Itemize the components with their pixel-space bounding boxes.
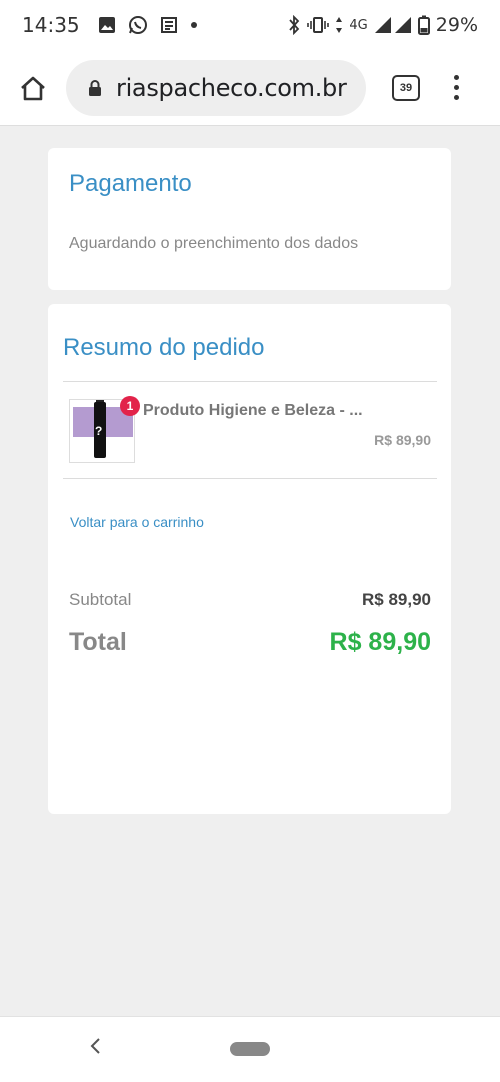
menu-button[interactable] xyxy=(454,75,459,100)
system-nav-bar xyxy=(0,1016,500,1082)
browser-toolbar: riaspacheco.com.br 39 xyxy=(0,50,500,126)
dot-icon xyxy=(190,22,197,28)
divider xyxy=(63,381,437,382)
network-type: 4G xyxy=(349,17,368,33)
subtotal-label: Subtotal xyxy=(69,590,132,609)
divider xyxy=(63,478,437,479)
back-to-cart-link[interactable]: Voltar para o carrinho xyxy=(70,514,204,530)
back-chevron-icon[interactable] xyxy=(86,1035,106,1057)
payment-title: Pagamento xyxy=(69,170,192,197)
subtotal-value: R$ 89,90 xyxy=(362,590,431,609)
tab-count: 39 xyxy=(399,81,413,94)
data-arrows-icon xyxy=(336,17,343,33)
home-button[interactable] xyxy=(0,50,66,126)
whatsapp-icon xyxy=(128,16,147,34)
news-icon xyxy=(160,17,177,33)
url-bar[interactable]: riaspacheco.com.br xyxy=(66,59,366,116)
battery-icon xyxy=(417,15,430,35)
tabs-button[interactable]: 39 xyxy=(392,74,420,101)
home-icon xyxy=(21,76,45,100)
system-icons: 4G 29% xyxy=(287,14,478,36)
product-name[interactable]: Produto Higiene e Beleza - ... xyxy=(143,402,433,420)
thumbnail-glyph: ? xyxy=(95,424,103,438)
payment-status: Aguardando o preenchimento dos dados xyxy=(69,235,359,252)
battery-percent: 29% xyxy=(435,14,478,36)
url-text: riaspacheco.com.br xyxy=(116,73,347,102)
menu-dot xyxy=(454,95,459,100)
notification-icons xyxy=(98,15,198,35)
menu-dot xyxy=(454,85,459,90)
order-summary-card: Resumo do pedido ? 1 Produto Higiene e B… xyxy=(48,304,451,814)
image-icon xyxy=(98,17,115,33)
lock-icon xyxy=(89,79,101,96)
product-price: R$ 89,90 xyxy=(374,432,431,448)
total-value: R$ 89,90 xyxy=(329,628,431,656)
quantity-badge: 1 xyxy=(120,396,140,416)
signal-icon xyxy=(374,17,411,33)
payment-card: Pagamento Aguardando o preenchimento dos… xyxy=(48,148,451,290)
menu-dot xyxy=(454,75,459,80)
bluetooth-icon xyxy=(289,15,300,35)
total-label: Total xyxy=(69,628,127,656)
summary-title: Resumo do pedido xyxy=(63,334,265,361)
vibrate-icon xyxy=(307,17,330,33)
home-pill[interactable] xyxy=(230,1042,270,1056)
status-time: 14:35 xyxy=(22,13,80,37)
status-bar: 14:35 4G 29% xyxy=(0,0,500,50)
